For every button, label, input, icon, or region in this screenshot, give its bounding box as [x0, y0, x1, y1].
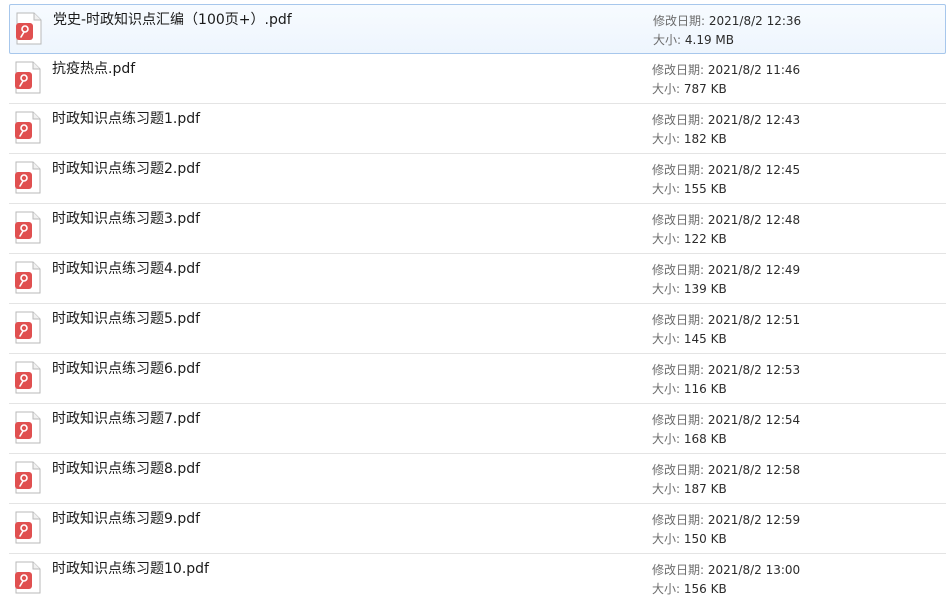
file-row[interactable]: 时政知识点练习题3.pdf 修改日期: 2021/8/2 12:48 大小: 1…: [9, 204, 946, 254]
pdf-file-icon: [15, 211, 41, 244]
file-size: 大小: 122 KB: [652, 232, 727, 246]
file-row[interactable]: 时政知识点练习题8.pdf 修改日期: 2021/8/2 12:58 大小: 1…: [9, 454, 946, 504]
modified-date: 修改日期: 2021/8/2 12:51: [652, 313, 801, 327]
file-row[interactable]: 抗疫热点.pdf 修改日期: 2021/8/2 11:46 大小: 787 KB: [9, 54, 946, 104]
file-size: 大小: 139 KB: [652, 282, 727, 296]
file-size: 大小: 150 KB: [652, 532, 727, 546]
file-list: 党史-时政知识点汇编（100页+）.pdf 修改日期: 2021/8/2 12:…: [0, 0, 946, 612]
file-name: 时政知识点练习题5.pdf: [52, 311, 201, 327]
modified-date: 修改日期: 2021/8/2 12:54: [652, 413, 801, 427]
modified-date: 修改日期: 2021/8/2 12:59: [652, 513, 801, 527]
file-row[interactable]: 时政知识点练习题7.pdf 修改日期: 2021/8/2 12:54 大小: 1…: [9, 404, 946, 454]
modified-date: 修改日期: 2021/8/2 12:53: [652, 363, 801, 377]
modified-date: 修改日期: 2021/8/2 11:46: [652, 63, 801, 77]
pdf-file-icon: [15, 311, 41, 344]
file-row[interactable]: 时政知识点练习题6.pdf 修改日期: 2021/8/2 12:53 大小: 1…: [9, 354, 946, 404]
modified-date: 修改日期: 2021/8/2 13:00: [652, 563, 801, 577]
file-size: 大小: 116 KB: [652, 382, 727, 396]
file-size: 大小: 187 KB: [652, 482, 727, 496]
modified-date: 修改日期: 2021/8/2 12:45: [652, 163, 801, 177]
file-row[interactable]: 党史-时政知识点汇编（100页+）.pdf 修改日期: 2021/8/2 12:…: [9, 4, 946, 54]
pdf-file-icon: [15, 61, 41, 94]
pdf-file-icon: [15, 361, 41, 394]
modified-date: 修改日期: 2021/8/2 12:36: [653, 14, 802, 28]
file-name: 时政知识点练习题7.pdf: [52, 411, 201, 427]
modified-date: 修改日期: 2021/8/2 12:49: [652, 263, 801, 277]
file-name: 抗疫热点.pdf: [52, 61, 136, 77]
file-row[interactable]: 时政知识点练习题5.pdf 修改日期: 2021/8/2 12:51 大小: 1…: [9, 304, 946, 354]
file-row[interactable]: 时政知识点练习题1.pdf 修改日期: 2021/8/2 12:43 大小: 1…: [9, 104, 946, 154]
file-row[interactable]: 时政知识点练习题4.pdf 修改日期: 2021/8/2 12:49 大小: 1…: [9, 254, 946, 304]
file-name: 时政知识点练习题3.pdf: [52, 211, 201, 227]
file-size: 大小: 145 KB: [652, 332, 727, 346]
modified-date: 修改日期: 2021/8/2 12:48: [652, 213, 801, 227]
file-name: 时政知识点练习题10.pdf: [52, 561, 209, 577]
file-name: 时政知识点练习题1.pdf: [52, 111, 201, 127]
pdf-file-icon: [15, 261, 41, 294]
pdf-file-icon: [15, 561, 41, 594]
pdf-file-icon: [15, 411, 41, 444]
file-row[interactable]: 时政知识点练习题2.pdf 修改日期: 2021/8/2 12:45 大小: 1…: [9, 154, 946, 204]
file-size: 大小: 787 KB: [652, 82, 727, 96]
modified-date: 修改日期: 2021/8/2 12:58: [652, 463, 801, 477]
file-name: 时政知识点练习题2.pdf: [52, 161, 201, 177]
pdf-file-icon: [16, 12, 42, 45]
file-name: 时政知识点练习题9.pdf: [52, 511, 201, 527]
file-row[interactable]: 时政知识点练习题9.pdf 修改日期: 2021/8/2 12:59 大小: 1…: [9, 504, 946, 554]
pdf-file-icon: [15, 111, 41, 144]
file-name: 时政知识点练习题4.pdf: [52, 261, 201, 277]
file-size: 大小: 156 KB: [652, 582, 727, 596]
pdf-file-icon: [15, 511, 41, 544]
file-size: 大小: 4.19 MB: [653, 33, 734, 47]
file-name: 党史-时政知识点汇编（100页+）.pdf: [53, 12, 292, 28]
file-size: 大小: 168 KB: [652, 432, 727, 446]
pdf-file-icon: [15, 461, 41, 494]
file-size: 大小: 155 KB: [652, 182, 727, 196]
file-name: 时政知识点练习题6.pdf: [52, 361, 201, 377]
pdf-file-icon: [15, 161, 41, 194]
file-row[interactable]: 时政知识点练习题10.pdf 修改日期: 2021/8/2 13:00 大小: …: [9, 554, 946, 604]
file-size: 大小: 182 KB: [652, 132, 727, 146]
file-name: 时政知识点练习题8.pdf: [52, 461, 201, 477]
modified-date: 修改日期: 2021/8/2 12:43: [652, 113, 801, 127]
